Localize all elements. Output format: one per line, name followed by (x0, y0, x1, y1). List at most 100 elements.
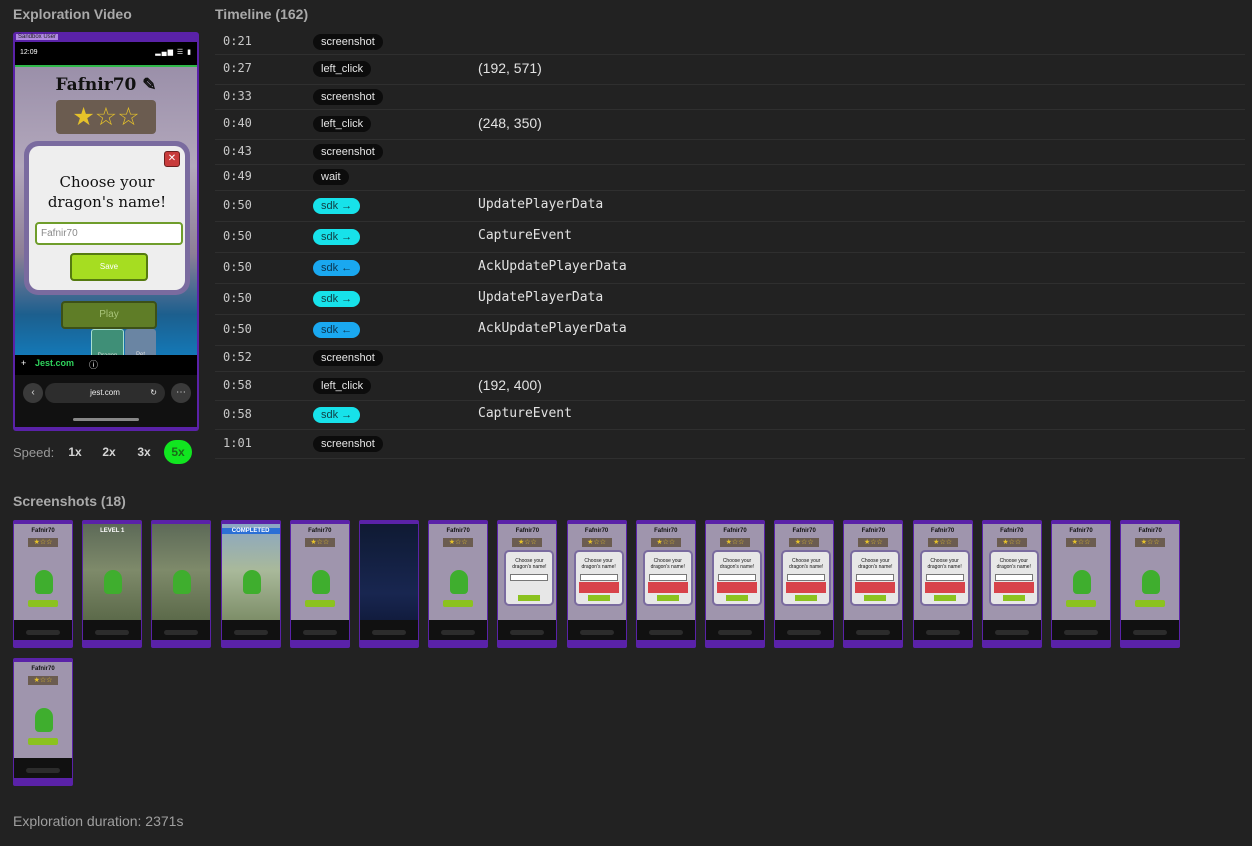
screenshot-thumbnail[interactable]: Fafnir70 ★☆☆ Choose your dragon's name! (497, 520, 558, 648)
thumbnail-url-bar (26, 768, 60, 773)
thumbnail-browser-bar (567, 620, 626, 640)
status-icons: ▂▄▆ ☰ ▮ (155, 49, 192, 56)
dragon-figure (311, 570, 330, 594)
timeline-time: 0:58 (223, 377, 252, 392)
thumbnail-name-modal: Choose your dragon's name! (573, 550, 624, 606)
timeline-time: 1:01 (223, 435, 252, 450)
timeline-row[interactable]: 0:50 sdk ← AckUpdatePlayerData (215, 252, 1245, 284)
timeline-row[interactable]: 0:50 sdk → CaptureEvent (215, 221, 1245, 253)
thumbnail-title: Fafnir70 (1138, 528, 1162, 534)
thumbnail-stars: ★☆☆ (789, 538, 820, 547)
timeline-row[interactable]: 0:50 sdk → UpdatePlayerData (215, 283, 1245, 315)
screenshot-thumbnail[interactable]: Fafnir70 ★☆☆ (13, 658, 73, 786)
screenshot-thumbnail[interactable]: Fafnir70 ★☆☆ Choose your dragon's name! (912, 520, 973, 648)
thumbnail-error-box (717, 582, 757, 593)
screenshot-thumbnail[interactable]: Fafnir70 ★☆☆ Choose your dragon's name! (635, 520, 696, 648)
screenshot-thumbnail[interactable]: Fafnir70 ★☆☆ Choose your dragon's name! (566, 520, 627, 648)
thumbnail-title: Fafnir70 (861, 528, 886, 534)
speed-5x-button[interactable]: 5x (164, 440, 192, 464)
speed-3x-button[interactable]: 3x (130, 440, 158, 464)
thumbnail-name-modal: Choose your dragon's name! (988, 550, 1039, 606)
thumbnail-save-button (864, 595, 887, 601)
speed-2x-button[interactable]: 2x (95, 440, 123, 464)
screenshot-thumbnail[interactable]: Fafnir70 ★☆☆ Choose your dragon's name! (843, 520, 904, 648)
reload-icon[interactable]: ↻ (150, 383, 157, 403)
screenshot-thumbnail[interactable]: COMPLETED (220, 520, 281, 648)
close-icon[interactable]: ✕ (164, 151, 180, 167)
screenshot-thumbnail[interactable]: Fafnir70 ★☆☆ (13, 520, 73, 648)
thumbnail-url-bar (994, 630, 1029, 635)
jest-logo: Jest.com (35, 358, 75, 368)
timeline-row[interactable]: 0:50 sdk ← AckUpdatePlayerData (215, 314, 1245, 346)
screenshot-thumbnail[interactable]: Fafnir70 ★☆☆ (428, 520, 489, 648)
thumbnail-title: Fafnir70 (792, 528, 816, 534)
exploration-video-player[interactable]: Sandbox User 12:09 ▂▄▆ ☰ ▮ Fafnir70 ✎ ★☆… (13, 32, 199, 431)
timeline-list[interactable]: 0:21 screenshot 0:27 left_click (192, 571) 0:… (215, 30, 1245, 462)
thumbnail-name-modal: Choose your dragon's name! (919, 550, 970, 606)
speed-1x-button[interactable]: 1x (61, 440, 89, 464)
timeline-row[interactable]: 0:21 screenshot (215, 30, 1245, 55)
screenshot-thumbnail[interactable]: Fafnir70 ★☆☆ (289, 520, 350, 648)
exploration-duration: Exploration duration: 2371s (13, 813, 184, 829)
thumbnail-browser-bar (982, 620, 1041, 640)
dragon-figure (104, 570, 123, 594)
screenshot-thumbnail[interactable] (151, 520, 212, 648)
timeline-row[interactable]: 0:43 screenshot (215, 139, 1245, 165)
thumbnail-screen (360, 524, 418, 640)
thumbnail-save-button (656, 595, 679, 601)
timeline-row[interactable]: 0:58 left_click (192, 400) (215, 371, 1245, 401)
screenshot-thumbnail[interactable]: Fafnir70 ★☆☆ (1051, 520, 1111, 648)
timeline-row[interactable]: 0:40 left_click (248, 350) (215, 109, 1245, 140)
timeline-row[interactable]: 1:01 screenshot (215, 429, 1245, 459)
play-button[interactable]: Play (61, 301, 157, 329)
thumbnail-url-bar (925, 630, 960, 635)
thumbnail-modal-title: Choose your dragon's name! (719, 558, 755, 570)
url-bar[interactable]: jest.com ↻ (45, 383, 165, 403)
thumbnail-title: Fafnir70 (515, 528, 540, 534)
timeline-row[interactable]: 0:49 wait (215, 164, 1245, 191)
screenshot-thumbnail[interactable] (359, 520, 419, 648)
thumbnail-modal-title: Choose your dragon's name! (789, 558, 824, 570)
thumbnail-url-bar (372, 630, 406, 635)
screenshot-thumbnail[interactable]: LEVEL 1 (82, 520, 143, 648)
thumbnail-name-field (925, 574, 964, 581)
dragon-option-2[interactable]: Pet (125, 329, 156, 355)
thumbnail-title: Fafnir70 (584, 528, 609, 534)
thumbnail-name-field (994, 574, 1033, 581)
more-icon[interactable]: ⋯ (171, 383, 191, 403)
thumbnail-name-modal: Choose your dragon's name! (781, 550, 832, 606)
timeline-time: 0:21 (223, 34, 252, 48)
dragon-name-field[interactable]: Fafnir70 (35, 222, 183, 245)
save-button[interactable]: Save (70, 253, 148, 281)
event-type-badge: screenshot (313, 350, 383, 366)
thumbnail-title: Fafnir70 (1069, 528, 1093, 534)
thumbnail-name-modal: Choose your dragon's name! (642, 550, 693, 606)
thumbnail-screen: Fafnir70 ★☆☆ Choose your dragon's name! (567, 524, 626, 640)
event-detail: AckUpdatePlayerData (478, 320, 627, 336)
back-icon[interactable]: ‹ (23, 383, 43, 403)
thumbnail-browser-bar (706, 620, 764, 640)
timeline-row[interactable]: 0:33 screenshot (215, 84, 1245, 110)
dragon-option-1[interactable]: Dragon (91, 329, 124, 355)
timeline-time: 0:27 (223, 61, 252, 75)
thumbnail-screen: COMPLETED (221, 524, 280, 640)
timeline-row[interactable]: 0:52 screenshot (215, 345, 1245, 372)
timeline-row[interactable]: 0:50 sdk → UpdatePlayerData (215, 190, 1245, 222)
thumbnail-name-field (787, 574, 826, 581)
thumbnail-url-bar (856, 630, 891, 635)
modal-title: Choose your dragon's name! (47, 173, 167, 211)
thumbnail-title: Fafnir70 (723, 528, 747, 534)
screenshot-thumbnail[interactable]: Fafnir70 ★☆☆ Choose your dragon's name! (981, 520, 1042, 648)
thumbnail-modal-title: Choose your dragon's name! (650, 558, 685, 570)
screenshot-thumbnail[interactable]: Fafnir70 ★☆☆ Choose your dragon's name! (705, 520, 765, 648)
timeline-row[interactable]: 0:58 sdk → CaptureEvent (215, 400, 1245, 430)
thumbnail-url-bar (1133, 630, 1168, 635)
thumbnail-browser-bar (498, 620, 557, 640)
thumbnail-title: Fafnir70 (654, 528, 678, 534)
screenshot-thumbnail[interactable]: Fafnir70 ★☆☆ Choose your dragon's name! (774, 520, 835, 648)
screenshot-thumbnail[interactable]: Fafnir70 ★☆☆ (1120, 520, 1181, 648)
event-type-badge: screenshot (313, 435, 383, 452)
timeline-row[interactable]: 0:27 left_click (192, 571) (215, 54, 1245, 85)
timeline-time: 0:40 (223, 116, 252, 130)
thumbnail-stars: ★☆☆ (858, 538, 889, 547)
